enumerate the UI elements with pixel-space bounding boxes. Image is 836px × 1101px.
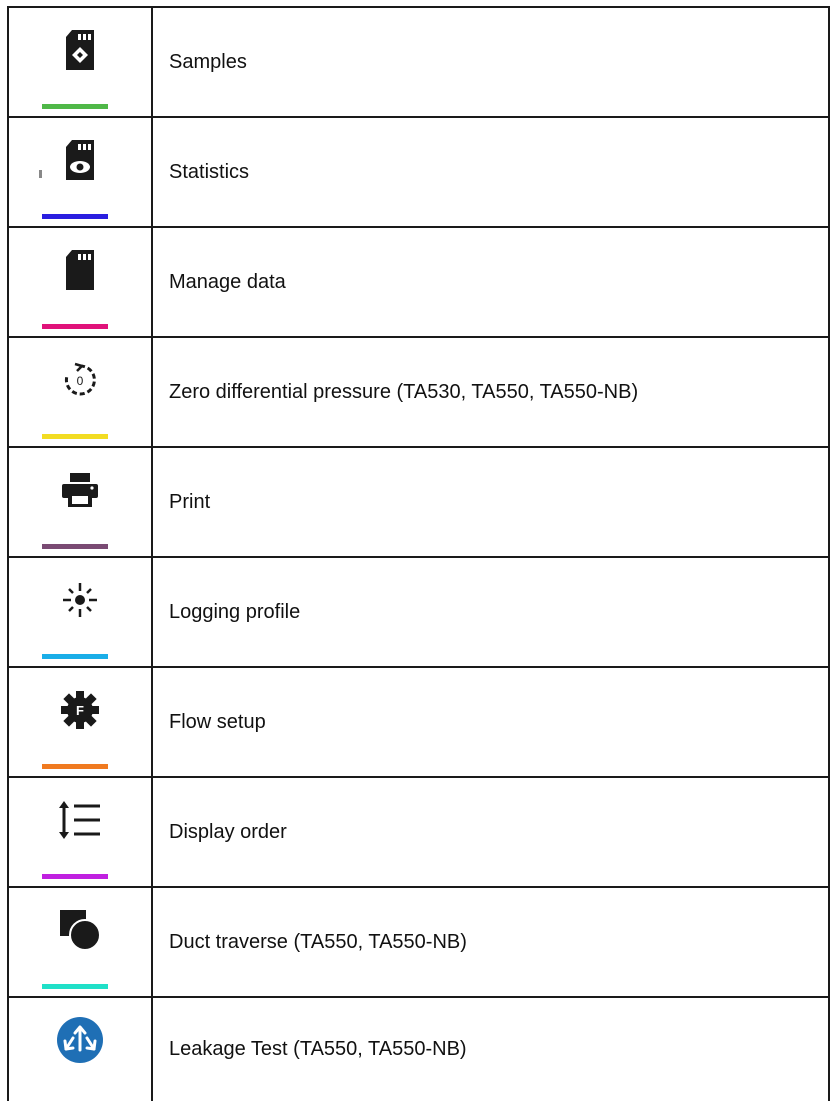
icon-cell <box>7 226 153 338</box>
table-row: Duct traverse (TA550, TA550-NB) <box>7 886 830 998</box>
sd-card-icon <box>66 250 94 290</box>
color-underline <box>42 654 108 659</box>
icon-cell: 0 <box>7 336 153 448</box>
table-row: Manage data <box>7 226 830 338</box>
icon-cell <box>7 886 153 998</box>
leakage-test-icon <box>57 1017 103 1063</box>
icon-cell <box>7 776 153 888</box>
color-underline <box>42 984 108 989</box>
logging-profile-icon <box>63 583 97 617</box>
icon-cell <box>7 446 153 558</box>
sd-card-eye-icon <box>66 140 94 180</box>
color-underline <box>42 104 108 109</box>
icon-cell <box>7 6 153 118</box>
color-underline <box>42 764 108 769</box>
item-label: Zero differential pressure (TA530, TA550… <box>151 336 830 448</box>
flow-setup-gear-icon: F <box>61 691 99 729</box>
icon-cell <box>7 116 153 228</box>
menu-legend-table: Samples Statistics Manage data 0 Zero di… <box>7 6 830 1101</box>
sd-card-diamond-icon <box>66 30 94 70</box>
duct-traverse-icon <box>60 910 101 951</box>
item-label: Print <box>151 446 830 558</box>
svg-text:0: 0 <box>77 374 84 388</box>
table-row: Display order <box>7 776 830 888</box>
item-label: Leakage Test (TA550, TA550-NB) <box>151 996 830 1101</box>
table-row: F Flow setup <box>7 666 830 778</box>
display-order-icon <box>59 801 100 839</box>
item-label: Manage data <box>151 226 830 338</box>
table-row: Statistics <box>7 116 830 228</box>
color-underline <box>42 544 108 549</box>
color-underline <box>42 324 108 329</box>
table-row: Logging profile <box>7 556 830 668</box>
color-underline <box>42 434 108 439</box>
table-row: Leakage Test (TA550, TA550-NB) <box>7 996 830 1101</box>
item-label: Samples <box>151 6 830 118</box>
icon-cell <box>7 556 153 668</box>
item-label: Statistics <box>151 116 830 228</box>
icon-cell: F <box>7 666 153 778</box>
table-row: Samples <box>7 6 830 118</box>
color-underline <box>42 214 108 219</box>
table-row: Print <box>7 446 830 558</box>
item-label: Display order <box>151 776 830 888</box>
item-label: Duct traverse (TA550, TA550-NB) <box>151 886 830 998</box>
item-label: Flow setup <box>151 666 830 778</box>
table-row: 0 Zero differential pressure (TA530, TA5… <box>7 336 830 448</box>
color-underline <box>42 874 108 879</box>
printer-icon <box>62 473 98 507</box>
item-label: Logging profile <box>151 556 830 668</box>
zero-reset-icon: 0 <box>64 362 96 396</box>
icon-cell <box>7 996 153 1101</box>
svg-text:F: F <box>76 703 84 718</box>
